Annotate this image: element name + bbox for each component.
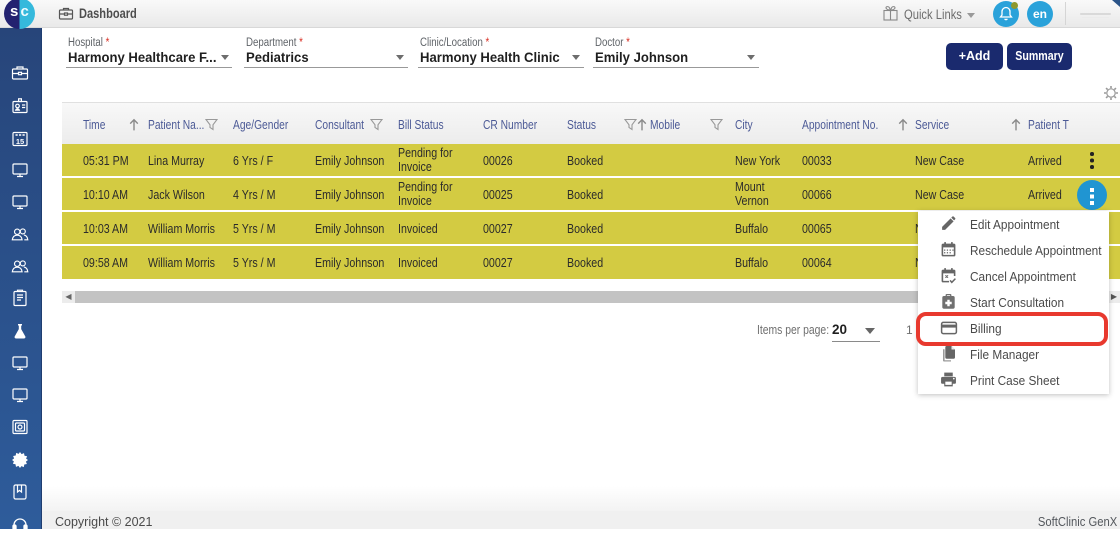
- svg-text:15: 15: [16, 137, 24, 146]
